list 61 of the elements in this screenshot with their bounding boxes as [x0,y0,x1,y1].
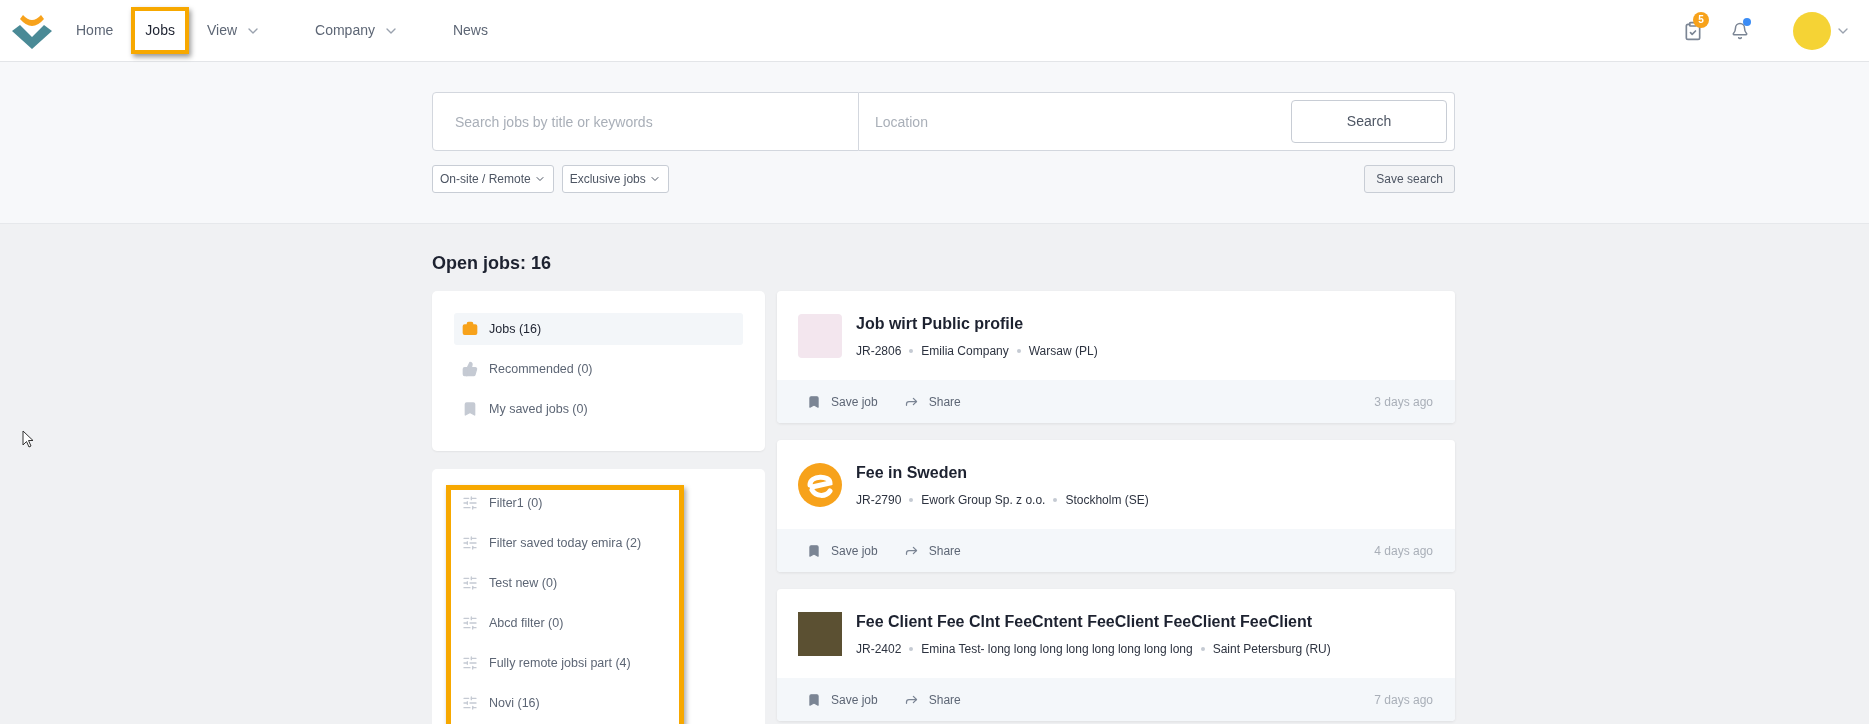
sidebar-item[interactable]: Recommended (0) [454,353,743,385]
saved-filter-item[interactable]: Test new (0) [462,567,743,599]
save-job-button[interactable]: Save job [807,541,878,560]
share-button[interactable]: Share [903,541,961,560]
bookmark-icon [807,543,821,558]
sidebar-item[interactable]: Jobs (16) [454,313,743,345]
posted-time: 7 days ago [1374,691,1433,709]
nav-link[interactable]: Jobs [133,14,187,47]
page-heading: Open jobs: 16 [432,252,553,275]
save-job-button[interactable]: Save job [807,690,878,709]
share-button[interactable]: Share [903,392,961,411]
location-input[interactable]: Location [859,93,1291,150]
job-meta: JR-2402 [856,640,902,658]
sliders-icon [462,535,478,551]
company-logo-placeholder [798,313,842,358]
job-title[interactable]: Job wirt Public profile [856,311,1098,336]
bookmark-icon [807,394,821,409]
sliders-icon [462,575,478,591]
sliders-icon [462,695,478,711]
sliders-icon [462,495,478,511]
job-title[interactable]: Fee in Sweden [856,460,1149,485]
location-field[interactable]: Location Search [859,92,1455,151]
keywords-field[interactable]: Search jobs by title or keywords [432,92,859,151]
job-meta: Ework Group Sp. z o.o. [921,491,1046,509]
saved-filter-item[interactable]: Filter1 (0) [462,487,743,519]
nav-link[interactable]: View [194,14,274,47]
saved-filter-item[interactable]: Novi (16) [462,687,743,719]
bell-icon[interactable] [1731,21,1749,40]
nav-link[interactable]: News [440,14,500,47]
sliders-icon [462,615,478,631]
nav-link[interactable]: Home [64,14,126,47]
save-job-button[interactable]: Save job [807,392,878,411]
filter-dropdown[interactable]: On-site / Remote [432,165,554,193]
saved-filter-item[interactable]: Filter saved today emira (2) [462,527,743,559]
sliders-icon [462,655,478,671]
job-title[interactable]: Fee Client Fee Clnt FeeCntent FeeClient FeeClient FeeClient [856,609,1331,634]
sidebar-item[interactable]: My saved jobs (0) [454,393,743,425]
job-meta: Saint Petersburg (RU) [1212,640,1331,658]
job-meta: Emilia Company [921,342,1009,360]
company-logo-photo-placeholder [798,611,842,656]
briefcase-icon [462,321,478,337]
thumbs-up-icon [462,361,478,377]
filter-dropdown[interactable]: Exclusive jobs [561,165,669,193]
job-meta: Warsaw (PL) [1028,342,1098,360]
share-button[interactable]: Share [903,690,961,709]
nav-link[interactable]: Company [303,14,411,47]
job-meta: JR-2806 [856,342,902,360]
save-search-button[interactable]: Save search [1364,165,1455,193]
job-meta: JR-2790 [856,491,902,509]
company-logo [798,462,842,507]
notification-badge: 5 [1693,11,1709,28]
mouse-pointer-icon [22,430,34,448]
saved-filter-item[interactable]: Abcd filter (0) [462,607,743,639]
bookmark-icon [462,401,478,417]
job-meta: Stockholm (SE) [1065,491,1149,509]
saved-filter-item[interactable]: Fully remote jobsi part (4) [462,647,743,679]
posted-time: 3 days ago [1374,393,1433,411]
posted-time: 4 days ago [1374,542,1433,560]
search-button[interactable]: Search [1291,100,1447,143]
bookmark-icon [807,692,821,707]
job-meta: Emina Test- long long long long long long long long [921,640,1193,658]
